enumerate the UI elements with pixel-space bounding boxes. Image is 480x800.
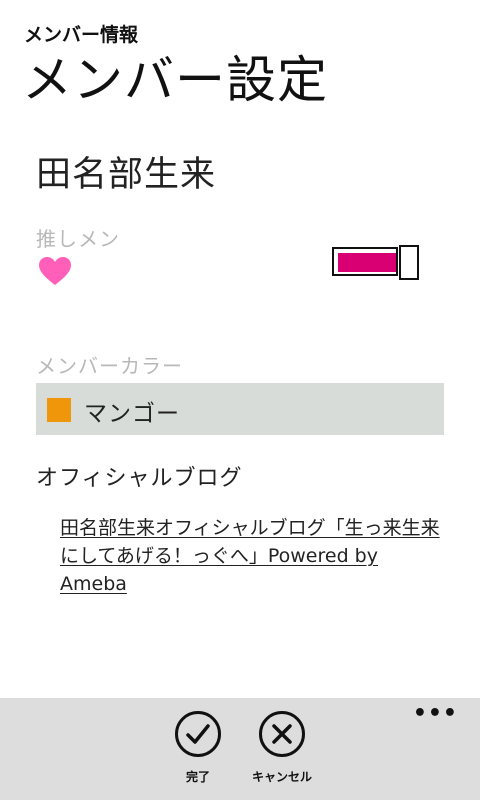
page-title: メンバー設定 xyxy=(22,51,328,109)
heart-icon xyxy=(39,257,71,285)
check-circle-icon xyxy=(175,711,221,757)
member-name: 田名部生来 xyxy=(36,155,217,195)
cancel-button[interactable]: キャンセル xyxy=(242,710,322,785)
done-label: 完了 xyxy=(185,770,210,784)
cancel-label: キャンセル xyxy=(251,770,312,784)
color-name: マンゴー xyxy=(84,401,180,427)
member-settings-screen: メンバー情報 メンバー設定 田名部生来 推しメン メンバーカラー マンゴー オフ… xyxy=(0,0,480,800)
more-menu-icon[interactable]: ••• xyxy=(413,703,458,725)
member-color-picker[interactable]: マンゴー xyxy=(36,383,444,435)
toggle-fill xyxy=(338,253,396,272)
oshimen-toggle[interactable] xyxy=(332,245,420,280)
blog-heading: オフィシャルブログ xyxy=(36,466,243,491)
app-bar: ••• 完了 キャンセル xyxy=(0,698,480,800)
member-color-label: メンバーカラー xyxy=(36,354,183,378)
done-button[interactable]: 完了 xyxy=(158,710,238,785)
blog-link[interactable]: 田名部生来オフィシャルブログ「生っ来生来にしてあげる！っぐへ」Powered b… xyxy=(60,514,440,598)
color-swatch xyxy=(47,398,71,422)
close-circle-icon xyxy=(259,711,305,757)
toggle-thumb[interactable] xyxy=(399,245,419,280)
oshimen-label: 推しメン xyxy=(36,227,120,251)
